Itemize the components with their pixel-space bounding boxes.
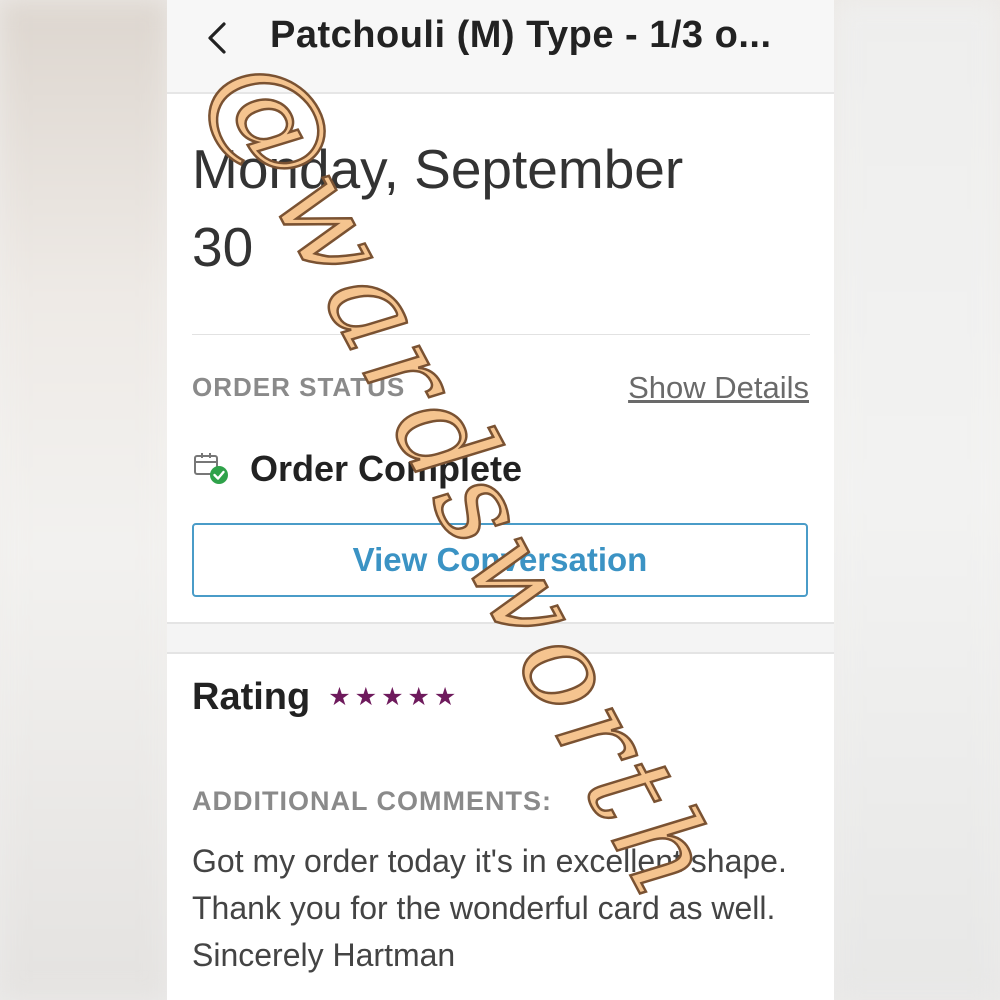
background-blur-right [834, 0, 1000, 1000]
rating-stars: ★ ★ ★ ★ ★ [328, 685, 460, 710]
star-icon: ★ [354, 683, 378, 711]
order-date-heading: Monday, September 30 [192, 130, 792, 286]
background-blur-left [0, 0, 168, 1000]
additional-comments-label: ADDITIONAL COMMENTS: [192, 786, 552, 816]
order-date-line-2: 30 [192, 216, 254, 278]
view-conversation-button[interactable]: View Conversation [192, 523, 808, 597]
star-icon: ★ [381, 683, 404, 711]
star-icon: ★ [328, 683, 351, 711]
star-icon: ★ [407, 683, 430, 711]
rating-row: Rating ★ ★ ★ ★ ★ [192, 676, 460, 719]
phone-screen: Patchouli (M) Type - 1/3 o... Monday, Se… [167, 0, 834, 1000]
page-title: Patchouli (M) Type - 1/3 o... [270, 14, 772, 56]
order-date-line-1: Monday, September [192, 138, 684, 200]
additional-comments-text: Got my order today it's in excellent sha… [192, 843, 787, 973]
section-separator [167, 622, 834, 654]
show-details-link[interactable]: Show Details [628, 370, 809, 406]
package-check-icon [194, 453, 228, 484]
order-status-text: Order Complete [250, 448, 523, 489]
chevron-left-icon [208, 22, 226, 54]
divider [192, 334, 810, 335]
star-icon: ★ [433, 683, 457, 711]
order-status-row: Order Complete [192, 448, 522, 490]
rating-label: Rating [192, 676, 311, 718]
back-button[interactable] [197, 18, 237, 58]
top-app-bar: Patchouli (M) Type - 1/3 o... [167, 0, 834, 94]
order-status-label: ORDER STATUS [192, 372, 406, 402]
